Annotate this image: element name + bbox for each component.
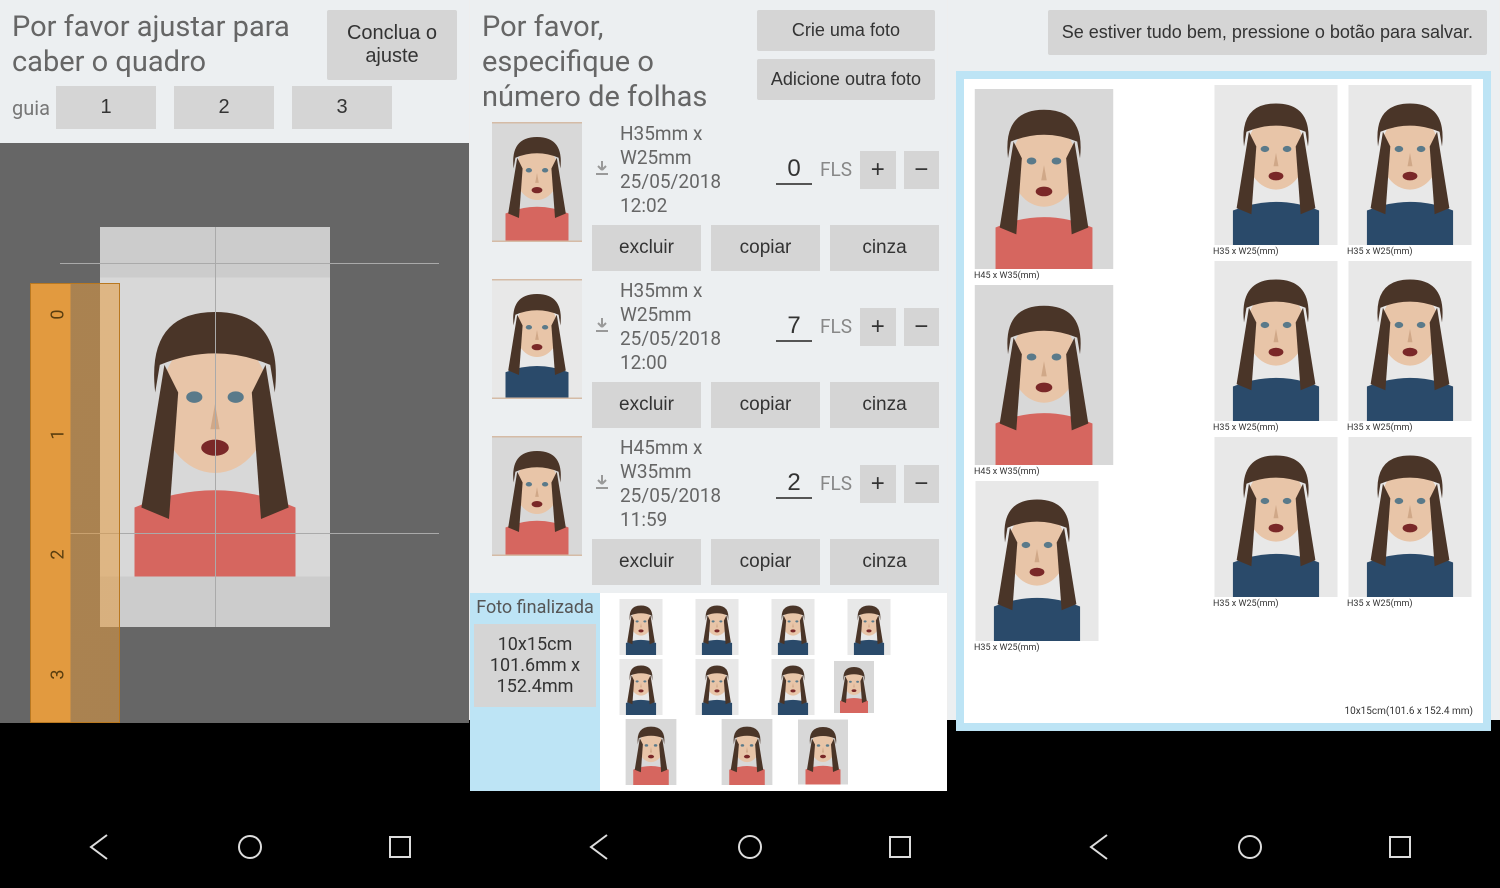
preview-tile bbox=[606, 719, 696, 785]
finalized-photo-section: Foto finalizada 10x15cm 101.6mm x 152.4m… bbox=[470, 593, 947, 791]
print-sheet[interactable]: H45 x W35(mm) H45 x W35(mm) H35 x W25(mm… bbox=[964, 79, 1483, 723]
final-dimensions[interactable]: 10x15cm 101.6mm x 152.4mm bbox=[474, 624, 596, 707]
adjust-title: Por favor ajustar para caber o quadro bbox=[12, 10, 327, 80]
preview-tile bbox=[606, 599, 676, 655]
sheet-tile: H35 x W25(mm) bbox=[1213, 85, 1339, 257]
ruler-tick-3: 3 bbox=[48, 669, 69, 679]
ruler-tick-1: 1 bbox=[48, 429, 69, 439]
screen-save: Se estiver tudo bem, pressione o botão p… bbox=[948, 0, 1500, 720]
add-photo-button[interactable]: Adicione outra foto bbox=[757, 59, 935, 100]
preview-tile bbox=[834, 599, 904, 655]
copy-button[interactable]: copiar bbox=[711, 225, 820, 271]
back-icon[interactable] bbox=[1085, 832, 1115, 862]
quantity-input[interactable] bbox=[776, 155, 812, 185]
guide-line-top bbox=[60, 263, 439, 264]
recents-icon[interactable] bbox=[1385, 832, 1415, 862]
preview-tile bbox=[758, 599, 828, 655]
sheet-tile: H45 x W35(mm) bbox=[974, 285, 1114, 477]
item-meta: H45mm x W35mm 25/05/2018 11:59 bbox=[620, 436, 768, 531]
fls-label: FLS bbox=[820, 472, 852, 495]
sheet-tile: H35 x W25(mm) bbox=[1213, 437, 1339, 609]
delete-button[interactable]: excluir bbox=[592, 382, 701, 428]
decrement-button[interactable]: − bbox=[904, 151, 939, 189]
ruler[interactable]: 0 1 2 3 bbox=[30, 283, 120, 723]
sheet-tile: H45 x W35(mm) bbox=[974, 89, 1114, 281]
increment-button[interactable]: + bbox=[860, 151, 895, 189]
guide-button-2[interactable]: 2 bbox=[174, 86, 274, 129]
ruler-tick-2: 2 bbox=[48, 549, 69, 559]
download-icon bbox=[592, 472, 612, 496]
guide-line-center bbox=[215, 227, 216, 627]
finalized-label: Foto finalizada bbox=[474, 597, 596, 618]
photo-item: H35mm x W25mm 25/05/2018 12:00 FLS + − e… bbox=[492, 279, 939, 428]
home-icon[interactable] bbox=[235, 832, 265, 862]
copy-button[interactable]: copiar bbox=[711, 382, 820, 428]
guide-label: guia bbox=[12, 96, 50, 120]
create-photo-button[interactable]: Crie uma foto bbox=[757, 10, 935, 51]
sheet-tile: H35 x W25(mm) bbox=[974, 481, 1114, 653]
sheet-tile: H35 x W25(mm) bbox=[1347, 261, 1473, 433]
item-meta: H35mm x W25mm 25/05/2018 12:02 bbox=[620, 122, 768, 217]
preview-tile bbox=[702, 719, 792, 785]
decrement-button[interactable]: − bbox=[904, 308, 939, 346]
item-meta: H35mm x W25mm 25/05/2018 12:00 bbox=[620, 279, 768, 374]
photo-thumbnail[interactable] bbox=[492, 279, 582, 399]
guide-button-1[interactable]: 1 bbox=[56, 86, 156, 129]
final-preview-sheet[interactable] bbox=[600, 593, 947, 791]
quantity-input[interactable] bbox=[776, 469, 812, 499]
fls-label: FLS bbox=[820, 315, 852, 338]
preview-tile bbox=[682, 659, 752, 715]
photo-item: H35mm x W25mm 25/05/2018 12:02 FLS + − e… bbox=[492, 122, 939, 271]
preview-tile bbox=[758, 659, 828, 715]
download-icon bbox=[592, 158, 612, 182]
copy-button[interactable]: copiar bbox=[711, 539, 820, 585]
save-button[interactable]: Se estiver tudo bem, pressione o botão p… bbox=[1048, 10, 1487, 55]
home-icon[interactable] bbox=[735, 832, 765, 862]
gray-button[interactable]: cinza bbox=[830, 539, 939, 585]
recents-icon[interactable] bbox=[885, 832, 915, 862]
sheet-tile: H35 x W25(mm) bbox=[1213, 261, 1339, 433]
photo-adjust-area[interactable]: 0 1 2 3 bbox=[0, 143, 469, 723]
increment-button[interactable]: + bbox=[860, 308, 895, 346]
screen-sheets: Por favor, especifique o número de folha… bbox=[470, 0, 948, 720]
sheet-area: H45 x W35(mm) H45 x W35(mm) H35 x W25(mm… bbox=[956, 71, 1491, 731]
photo-thumbnail[interactable] bbox=[492, 122, 582, 242]
photo-list: H35mm x W25mm 25/05/2018 12:02 FLS + − e… bbox=[470, 114, 947, 585]
fls-label: FLS bbox=[820, 158, 852, 181]
sheet-tile: H35 x W25(mm) bbox=[1347, 85, 1473, 257]
preview-tile bbox=[798, 719, 848, 785]
sheets-title: Por favor, especifique o número de folha… bbox=[482, 10, 747, 114]
home-icon[interactable] bbox=[1235, 832, 1265, 862]
screen-adjust: Por favor ajustar para caber o quadro Co… bbox=[0, 0, 470, 720]
sheet-dimensions-label: 10x15cm(101.6 x 152.4 mm) bbox=[1344, 706, 1473, 717]
ruler-tick-0: 0 bbox=[48, 309, 69, 319]
sheet-tile: H35 x W25(mm) bbox=[1347, 437, 1473, 609]
download-icon bbox=[592, 315, 612, 339]
photo-item: H45mm x W35mm 25/05/2018 11:59 FLS + − e… bbox=[492, 436, 939, 585]
quantity-input[interactable] bbox=[776, 312, 812, 342]
back-icon[interactable] bbox=[585, 832, 615, 862]
delete-button[interactable]: excluir bbox=[592, 225, 701, 271]
back-icon[interactable] bbox=[85, 832, 115, 862]
preview-tile bbox=[606, 659, 676, 715]
delete-button[interactable]: excluir bbox=[592, 539, 701, 585]
guide-button-3[interactable]: 3 bbox=[292, 86, 392, 129]
complete-adjust-button[interactable]: Conclua o ajuste bbox=[327, 10, 457, 80]
preview-tile bbox=[834, 659, 874, 715]
decrement-button[interactable]: − bbox=[904, 465, 939, 503]
photo-thumbnail[interactable] bbox=[492, 436, 582, 556]
gray-button[interactable]: cinza bbox=[830, 225, 939, 271]
recents-icon[interactable] bbox=[385, 832, 415, 862]
preview-tile bbox=[682, 599, 752, 655]
increment-button[interactable]: + bbox=[860, 465, 895, 503]
gray-button[interactable]: cinza bbox=[830, 382, 939, 428]
